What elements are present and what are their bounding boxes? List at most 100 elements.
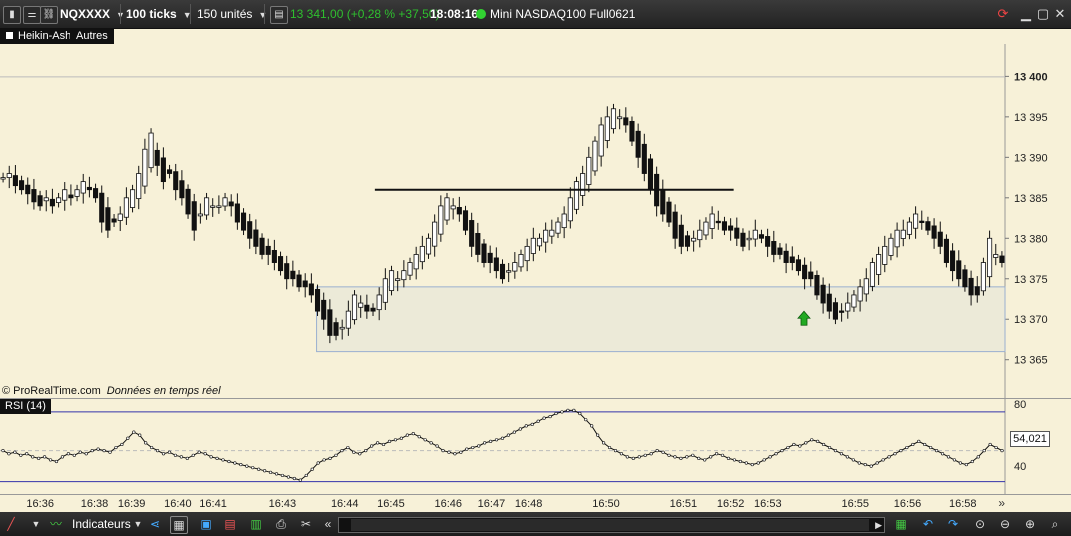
rsi-point [952, 458, 957, 462]
candlestick-style-icon[interactable]: ▮ [3, 6, 21, 24]
candle [191, 201, 197, 231]
candle [37, 195, 43, 207]
brand-text: © ProRealTime.com [2, 385, 101, 397]
others-tag[interactable]: Autres [70, 28, 114, 44]
scroll-left-icon[interactable]: « [320, 516, 336, 532]
candle [919, 220, 925, 224]
chevron-down-icon[interactable]: ▼ [28, 516, 44, 532]
rsi-point [245, 464, 249, 468]
redo-icon[interactable]: ↷ [945, 516, 961, 532]
scrollbar-thumb[interactable] [351, 519, 869, 531]
minimize-icon[interactable]: ▁ [1018, 6, 1034, 22]
candle [691, 237, 697, 242]
candle [259, 237, 265, 255]
screenshot-icon[interactable]: ⎙ [273, 516, 289, 532]
candle [6, 173, 12, 178]
time-tick-label: 16:36 [26, 498, 54, 510]
rsi-point [810, 438, 814, 442]
refresh-icon[interactable]: ⟳ [995, 6, 1011, 22]
rsi-chart[interactable]: 806040 [0, 398, 1071, 494]
candle [580, 173, 586, 196]
candle [19, 180, 25, 191]
chat-icon[interactable]: ▣ [198, 516, 214, 532]
rsi-point [286, 475, 291, 479]
scroll-right-arrow-icon[interactable]: ▶ [875, 518, 882, 532]
candle [432, 221, 438, 247]
drawing-tool-icon[interactable]: ╱ [3, 516, 19, 532]
instrument-selector[interactable]: NQXXXX▼ [60, 0, 125, 28]
rsi-point [221, 458, 225, 462]
rsi-point [863, 462, 867, 467]
candle [740, 232, 746, 247]
rsi-point [173, 453, 178, 457]
price-chart[interactable]: 13 400 13 395 13 390 13 385 13 380 13 375 13 3… [0, 44, 1071, 398]
rsi-point [161, 452, 166, 456]
rsi-point [750, 462, 754, 467]
zoom-out-icon[interactable]: ⊖ [997, 516, 1013, 532]
rsi-point [1, 449, 5, 453]
tools-icon[interactable]: ✂ [298, 516, 314, 532]
candle [530, 237, 536, 254]
price-tick-label: 13 390 [1014, 152, 1048, 164]
indicators-button[interactable]: Indicateurs [72, 512, 131, 536]
rsi-point [548, 414, 552, 419]
rsi-point [13, 450, 17, 454]
rsi-point [102, 449, 106, 453]
close-icon[interactable]: ✕ [1052, 6, 1068, 22]
undo-icon[interactable]: ↶ [920, 516, 936, 532]
candle [290, 270, 296, 280]
candle [240, 212, 247, 231]
rsi-point [322, 458, 326, 462]
link-icon[interactable]: ⛓ [40, 6, 58, 24]
ticks-selector[interactable]: 100 ticks ▼ [126, 0, 192, 28]
order-icon[interactable]: ▤ [270, 6, 288, 24]
candle [728, 225, 734, 231]
candle [592, 140, 598, 172]
horizontal-scrollbar[interactable]: ▶ [338, 517, 885, 533]
compare-icon[interactable]: ⚌ [23, 6, 41, 24]
rsi-point [691, 453, 695, 457]
scroll-right-icon[interactable]: » [998, 496, 1005, 510]
rsi-point [84, 452, 88, 456]
report-icon[interactable]: ▤ [222, 516, 238, 532]
candle [481, 243, 487, 263]
price-tick-label: 13 370 [1014, 314, 1048, 326]
rsi-point [393, 438, 398, 442]
rsi-point [1000, 449, 1004, 453]
heikin-ashi-tag[interactable]: Heikin-Ashi [0, 28, 80, 44]
rsi-point [756, 461, 760, 465]
candle [302, 280, 308, 288]
candle [382, 278, 388, 303]
rsi-point [697, 456, 701, 460]
table-icon[interactable]: ▥ [248, 516, 264, 532]
candle [894, 229, 900, 248]
candle [111, 218, 117, 223]
rsi-point [274, 472, 279, 476]
calendar-icon[interactable]: ▦ [893, 516, 909, 532]
rsi-point [816, 439, 820, 443]
units-selector[interactable]: 150 unités ▼ [197, 0, 267, 28]
rsi-label[interactable]: RSI (14) [0, 399, 51, 414]
zoom-in-icon[interactable]: ⊕ [1022, 516, 1038, 532]
rsi-point [25, 452, 29, 456]
candle [721, 221, 728, 231]
rsi-point [667, 453, 671, 457]
rsi-point [90, 449, 94, 453]
candle [12, 175, 18, 187]
zoom-fit-icon[interactable]: ⊙ [972, 516, 988, 532]
zoom-reset-icon[interactable]: ⌕ [1047, 516, 1063, 532]
candle [154, 149, 160, 166]
price-tick-label: 13 385 [1014, 193, 1048, 205]
maximize-icon[interactable]: ▢ [1035, 6, 1051, 22]
indicator-icon[interactable]: 〰 [48, 516, 64, 532]
time-tick-label: 16:44 [330, 498, 359, 510]
candle [130, 189, 136, 208]
chevron-down-icon[interactable]: ▼ [130, 516, 146, 532]
time-tick-label: 16:39 [117, 498, 146, 510]
rsi-point [328, 456, 332, 460]
candle [876, 254, 882, 275]
rsi-point [96, 447, 100, 451]
layout-icon[interactable]: ▦ [170, 516, 188, 534]
rsi-point [905, 445, 909, 450]
share-icon[interactable]: ⋖ [147, 516, 163, 532]
